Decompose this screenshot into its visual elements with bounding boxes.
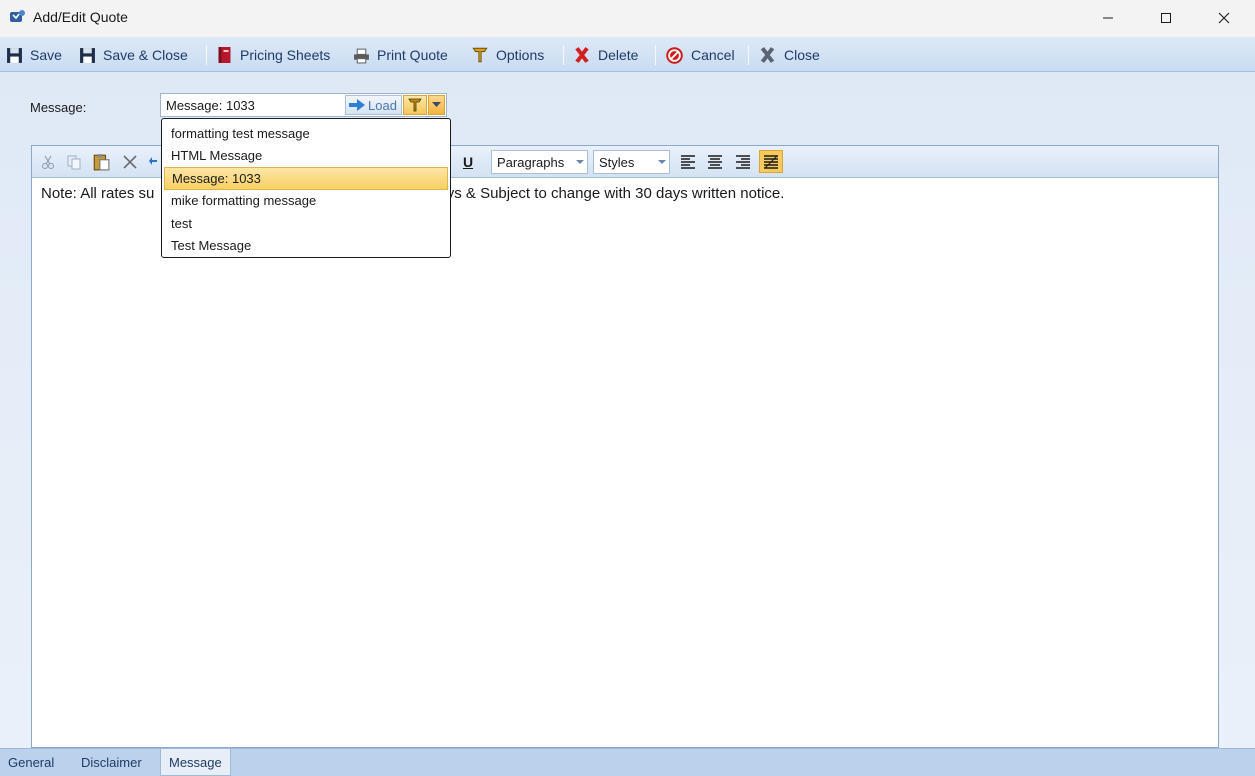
load-button[interactable]: Load bbox=[345, 95, 402, 115]
message-combo[interactable]: Message: 1033 Load bbox=[160, 93, 447, 117]
tools-icon bbox=[408, 98, 422, 112]
cut-button[interactable] bbox=[36, 150, 60, 173]
message-label: Message: bbox=[30, 100, 87, 115]
list-item-selected[interactable]: Message: 1033 bbox=[164, 167, 448, 190]
bottom-tab-bar: General Disclaimer Message bbox=[0, 748, 1255, 776]
close-label: Close bbox=[784, 47, 820, 63]
clipboard-icon bbox=[93, 153, 110, 170]
close-button[interactable]: Close bbox=[758, 45, 820, 65]
printer-icon bbox=[354, 48, 369, 63]
underline-label: U bbox=[462, 153, 474, 170]
paste-button[interactable] bbox=[89, 150, 113, 173]
undo-icon bbox=[149, 156, 157, 165]
window-title: Add/Edit Quote bbox=[33, 9, 128, 25]
list-item[interactable]: Test Message bbox=[164, 235, 448, 258]
align-right-icon bbox=[736, 154, 750, 169]
close-x-icon bbox=[760, 47, 775, 63]
save-button[interactable]: Save bbox=[6, 45, 62, 65]
paragraphs-dropdown[interactable]: Paragraphs bbox=[491, 150, 588, 174]
toolbar-separator bbox=[206, 45, 207, 65]
toolbar-separator bbox=[655, 45, 656, 65]
save-and-close-label: Save & Close bbox=[103, 47, 188, 63]
arrow-right-icon bbox=[349, 99, 365, 111]
minimize-icon bbox=[1103, 17, 1113, 19]
pricing-sheets-label: Pricing Sheets bbox=[240, 47, 331, 63]
align-left-icon bbox=[681, 154, 695, 169]
undo-button[interactable] bbox=[148, 150, 158, 173]
delete-button[interactable]: Delete bbox=[573, 45, 638, 65]
align-left-button[interactable] bbox=[676, 150, 700, 173]
book-icon bbox=[218, 47, 231, 63]
tab-message[interactable]: Message bbox=[160, 749, 231, 776]
align-right-button[interactable] bbox=[731, 150, 755, 173]
delete-label: Delete bbox=[598, 47, 639, 63]
message-selected-value: Message: 1033 bbox=[166, 98, 255, 113]
minimize-button[interactable] bbox=[1079, 0, 1137, 36]
app-logo-icon bbox=[8, 9, 26, 25]
print-quote-button[interactable]: Print Quote bbox=[353, 45, 448, 65]
justify-button[interactable] bbox=[759, 150, 783, 173]
close-icon bbox=[1218, 12, 1230, 24]
underline-button[interactable]: U bbox=[456, 150, 480, 173]
print-quote-label: Print Quote bbox=[377, 47, 448, 63]
copy-icon bbox=[67, 155, 81, 169]
chevron-down-icon bbox=[576, 160, 584, 164]
delete-x-icon bbox=[575, 47, 589, 63]
maximize-icon bbox=[1161, 13, 1171, 23]
list-item[interactable]: test bbox=[164, 212, 448, 235]
editor-content-left: Note: All rates su bbox=[41, 185, 155, 202]
load-label: Load bbox=[368, 97, 397, 113]
chevron-down-icon bbox=[658, 160, 666, 164]
tools-icon bbox=[472, 47, 488, 63]
styles-dropdown[interactable]: Styles bbox=[593, 150, 670, 174]
message-options-button[interactable] bbox=[403, 95, 427, 115]
toolbar-separator bbox=[563, 45, 564, 65]
copy-button[interactable] bbox=[62, 150, 86, 173]
cancel-circle-icon bbox=[666, 46, 683, 64]
main-toolbar: Save Save & Close Pricing Sheets Print Q… bbox=[0, 37, 1255, 72]
options-button[interactable]: Options bbox=[471, 45, 544, 65]
save-and-close-button[interactable]: Save & Close bbox=[79, 45, 188, 65]
editor-content-right: ays & Subject to change with 30 days wri… bbox=[438, 185, 785, 202]
floppy-disk-icon bbox=[80, 47, 95, 63]
chevron-down-icon bbox=[432, 102, 441, 107]
list-item[interactable]: HTML Message bbox=[164, 145, 448, 168]
floppy-disk-icon bbox=[7, 47, 22, 63]
list-item[interactable]: mike formatting message bbox=[164, 190, 448, 213]
message-dropdown-list: formatting test message HTML Message Mes… bbox=[161, 118, 451, 258]
options-label: Options bbox=[496, 47, 545, 63]
close-window-button[interactable] bbox=[1195, 0, 1253, 36]
message-dropdown-button[interactable] bbox=[428, 95, 445, 115]
tab-disclaimer[interactable]: Disclaimer bbox=[73, 749, 150, 776]
justify-icon bbox=[764, 154, 778, 169]
scissors-icon bbox=[42, 155, 54, 169]
list-item[interactable]: formatting test message bbox=[164, 122, 448, 145]
align-center-button[interactable] bbox=[703, 150, 727, 173]
styles-label: Styles bbox=[599, 154, 635, 170]
cancel-label: Cancel bbox=[691, 47, 735, 63]
maximize-button[interactable] bbox=[1137, 0, 1195, 36]
title-bar: Add/Edit Quote bbox=[0, 0, 1255, 37]
paragraphs-label: Paragraphs bbox=[497, 154, 565, 170]
close-icon bbox=[123, 154, 137, 169]
align-center-icon bbox=[708, 154, 722, 169]
pricing-sheets-button[interactable]: Pricing Sheets bbox=[216, 45, 330, 65]
save-label: Save bbox=[30, 47, 62, 63]
cancel-button[interactable]: Cancel bbox=[665, 45, 735, 65]
clear-button[interactable] bbox=[118, 150, 142, 173]
tab-general[interactable]: General bbox=[0, 749, 62, 776]
toolbar-separator bbox=[748, 45, 749, 65]
